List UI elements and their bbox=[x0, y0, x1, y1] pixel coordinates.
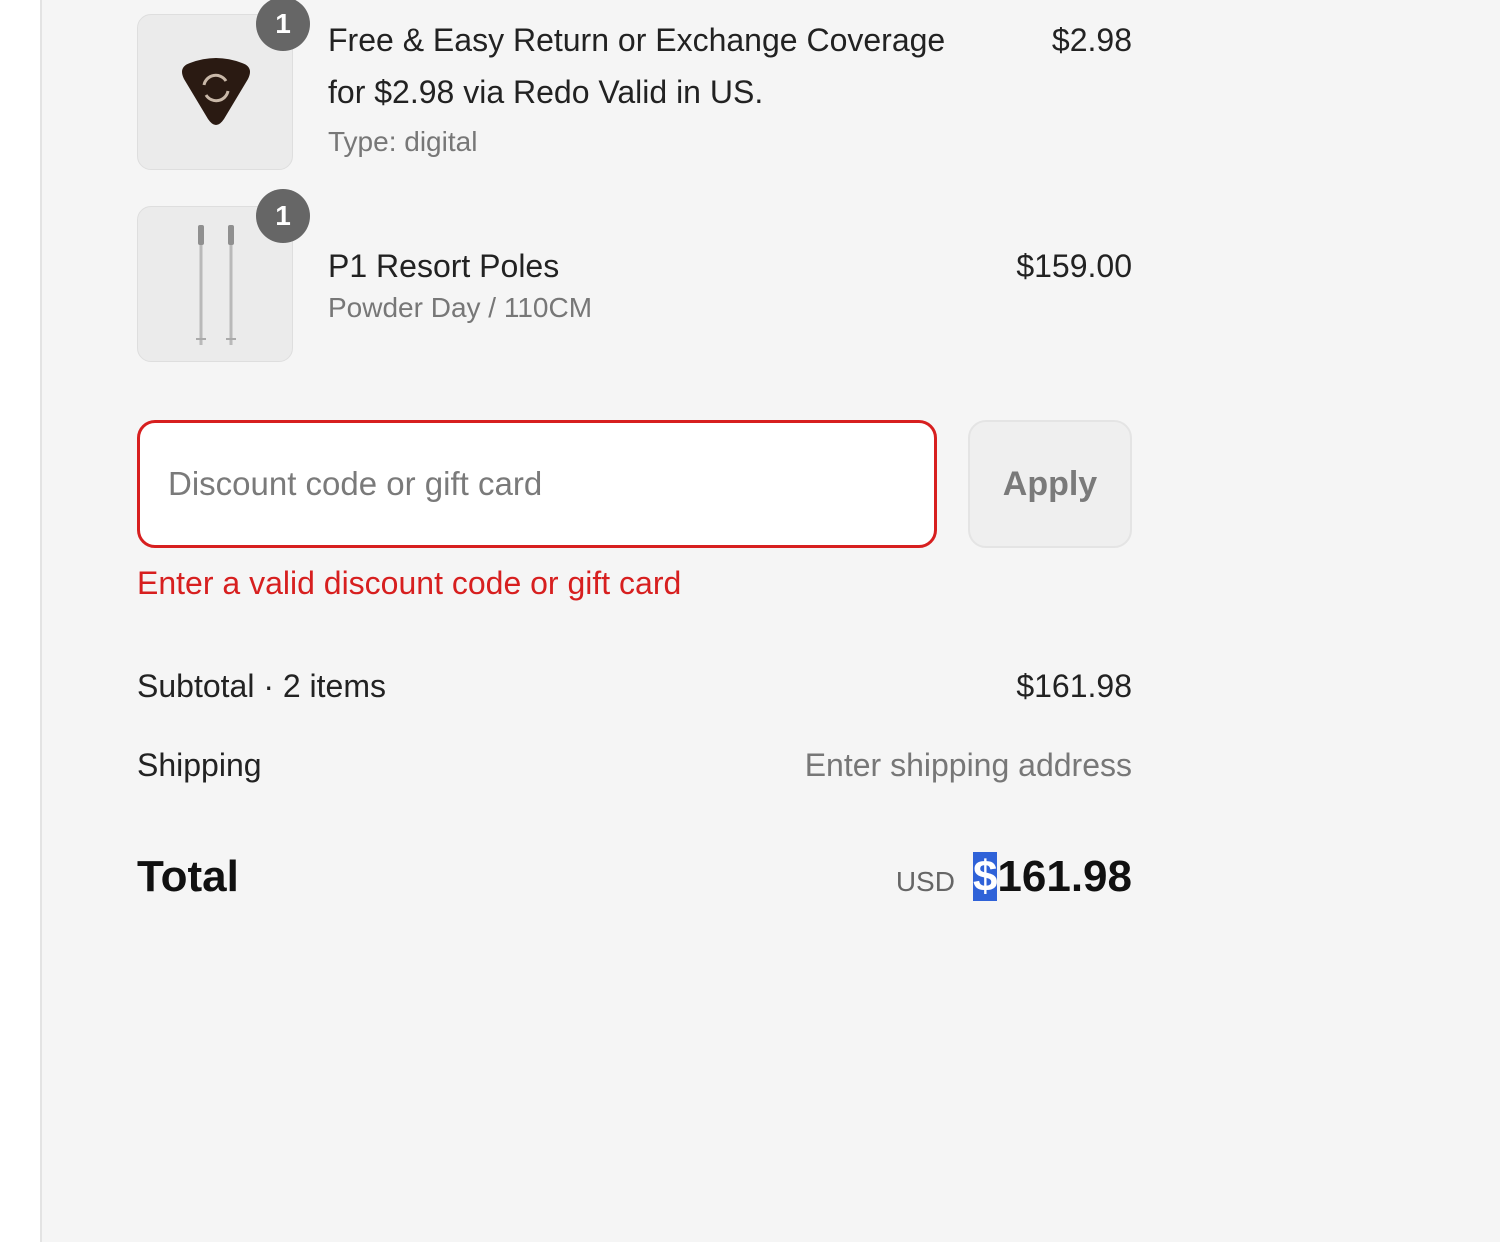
shipping-value: Enter shipping address bbox=[804, 747, 1132, 783]
line-item: 1 P1 Resort Poles Powder Day / 110CM $15… bbox=[137, 189, 1132, 366]
item-variant: Powder Day / 110CM bbox=[328, 292, 593, 323]
subtotal-label: Subtotal · 2 items bbox=[137, 668, 386, 704]
order-summary-panel: 1 Free & Easy Return or Exchange Coverag… bbox=[40, 0, 1500, 1242]
currency-code: USD bbox=[895, 866, 955, 897]
item-info: P1 Resort Poles Powder Day / 110CM bbox=[328, 240, 988, 324]
total-amount: $161.98 bbox=[972, 852, 1132, 902]
shipping-row: Shipping Enter shipping address bbox=[137, 747, 1132, 784]
total-row: Total USD $161.98 bbox=[137, 852, 1132, 902]
shipping-label: Shipping bbox=[137, 747, 262, 783]
subtotal-row: Subtotal · 2 items $161.98 bbox=[137, 668, 1132, 705]
item-price: $2.98 bbox=[1051, 22, 1132, 58]
item-title: Free & Easy Return or Exchange Coverage … bbox=[328, 14, 988, 118]
product-thumbnail: 1 bbox=[137, 189, 310, 362]
product-thumbnail: 1 bbox=[137, 0, 310, 170]
discount-error-message: Enter a valid discount code or gift card bbox=[137, 565, 682, 601]
quantity-badge: 1 bbox=[256, 0, 310, 51]
item-title: P1 Resort Poles bbox=[328, 248, 560, 284]
item-variant: Type: digital bbox=[328, 126, 478, 157]
item-title-line: for $2.98 via Redo Valid in US. bbox=[328, 74, 764, 110]
item-price: $159.00 bbox=[1016, 248, 1132, 284]
quantity-badge: 1 bbox=[256, 189, 310, 243]
item-info: Free & Easy Return or Exchange Coverage … bbox=[328, 14, 988, 158]
total-label: Total bbox=[137, 852, 239, 901]
discount-code-input[interactable] bbox=[137, 420, 937, 548]
total-value: 161.98 bbox=[997, 852, 1132, 901]
item-title-line: Free & Easy Return or Exchange Coverage bbox=[328, 22, 946, 58]
apply-discount-button[interactable]: Apply bbox=[968, 420, 1132, 548]
line-item: 1 Free & Easy Return or Exchange Coverag… bbox=[137, 0, 1132, 174]
selected-text: $ bbox=[972, 852, 998, 901]
subtotal-value: $161.98 bbox=[1016, 668, 1132, 704]
total-amount-group: USD $161.98 bbox=[896, 852, 1132, 902]
